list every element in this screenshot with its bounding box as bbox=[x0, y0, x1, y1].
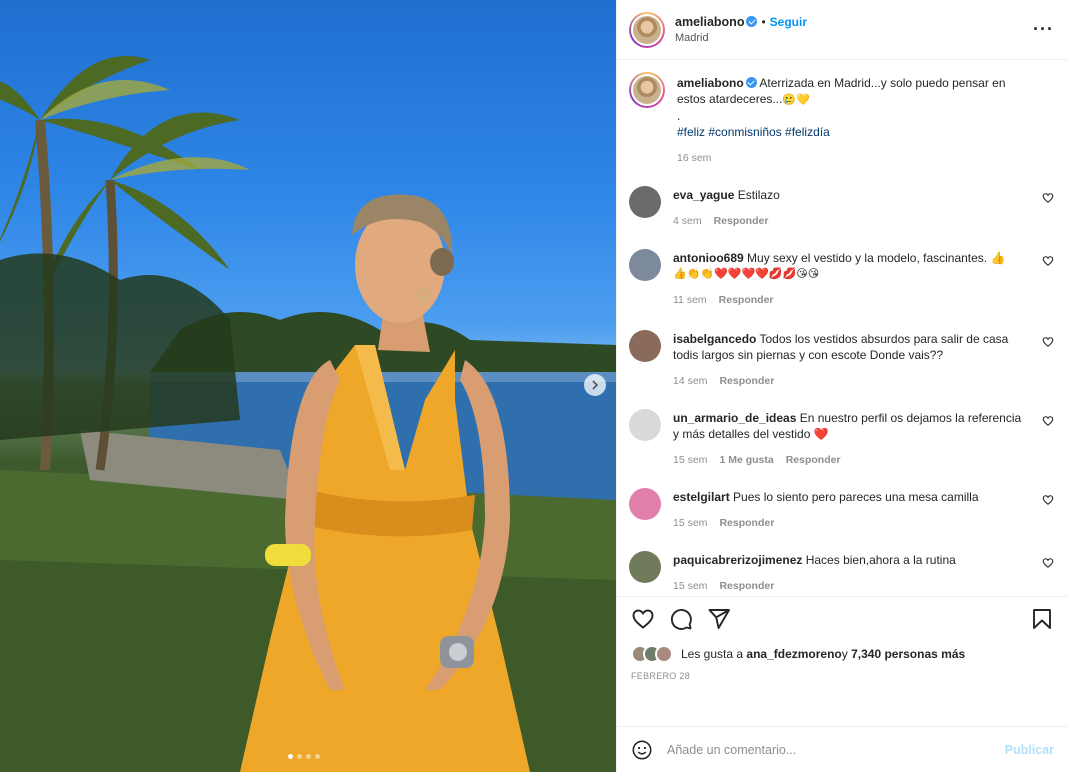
comment-time[interactable]: 11 sem bbox=[673, 294, 707, 306]
verified-badge-icon bbox=[746, 16, 758, 27]
likes-connector: y bbox=[841, 647, 848, 661]
comment-row: estelgilart Pues lo siento pero pareces … bbox=[629, 486, 1054, 529]
comment-username[interactable]: estelgilart bbox=[673, 490, 730, 504]
caption-emojis: 🥲💛 bbox=[782, 93, 810, 106]
comment-row: paquicabrerizojimenez Haces bien,ahora a… bbox=[629, 549, 1054, 592]
comment-time[interactable]: 15 sem bbox=[673, 517, 707, 529]
emoji-icon[interactable] bbox=[631, 739, 653, 761]
reply-button[interactable]: Responder bbox=[719, 375, 774, 387]
publish-button[interactable]: Publicar bbox=[1005, 743, 1054, 757]
caption: ameliabono Aterrizada en Madrid...y solo… bbox=[629, 72, 1054, 164]
comment-row: isabelgancedo Todos los vestidos absurdo… bbox=[629, 328, 1054, 387]
comment-text: Pues lo siento pero pareces una mesa cam… bbox=[733, 490, 979, 504]
slide-dot bbox=[288, 754, 293, 759]
comment-text-line2: 👍👏👏❤️❤️❤️❤️💋💋😘😘 bbox=[673, 267, 820, 280]
comment-username[interactable]: un_armario_de_ideas bbox=[673, 411, 796, 425]
comment-text: Muy sexy el vestido y la modelo, fascina… bbox=[747, 251, 1006, 265]
comment-time[interactable]: 4 sem bbox=[673, 215, 702, 227]
post-photo[interactable] bbox=[0, 0, 616, 772]
photo-scene bbox=[0, 56, 616, 772]
caption-line2: . bbox=[677, 109, 681, 123]
comment-icon[interactable] bbox=[669, 607, 693, 631]
heart-icon[interactable] bbox=[631, 607, 655, 631]
slide-indicator bbox=[288, 754, 320, 759]
follow-button[interactable]: Seguir bbox=[770, 15, 807, 29]
reply-button[interactable]: Responder bbox=[719, 294, 774, 306]
reply-button[interactable]: Responder bbox=[786, 454, 841, 466]
comment-like-heart-icon[interactable] bbox=[1042, 557, 1054, 569]
next-slide-button[interactable] bbox=[584, 374, 606, 396]
slide-dot bbox=[297, 754, 302, 759]
comment-like-heart-icon[interactable] bbox=[1042, 255, 1054, 267]
post-date[interactable]: FEBRERO 28 bbox=[631, 671, 1054, 681]
comment-text: Estilazo bbox=[737, 188, 780, 202]
caption-username[interactable]: ameliabono bbox=[677, 76, 744, 90]
commenter-avatar[interactable] bbox=[629, 330, 661, 362]
liker-avatars[interactable] bbox=[631, 645, 673, 663]
caption-time[interactable]: 16 sem bbox=[677, 152, 711, 164]
comment-likes[interactable]: 1 Me gusta bbox=[719, 454, 773, 466]
comment-username[interactable]: isabelgancedo bbox=[673, 332, 756, 346]
likes-summary: Les gusta a ana_fdezmoreno y 7,340 perso… bbox=[631, 645, 1054, 663]
comment-username[interactable]: eva_yague bbox=[673, 188, 734, 202]
more-icon[interactable]: ··· bbox=[1033, 19, 1054, 40]
comment-input[interactable] bbox=[667, 742, 1005, 757]
commenter-avatar[interactable] bbox=[629, 186, 661, 218]
comment-like-heart-icon[interactable] bbox=[1042, 415, 1054, 427]
reply-button[interactable]: Responder bbox=[719, 517, 774, 529]
likes-user[interactable]: ana_fdezmoreno bbox=[746, 647, 841, 661]
comments-list[interactable]: ameliabono Aterrizada en Madrid...y solo… bbox=[617, 60, 1068, 596]
instagram-post: ameliabono • Seguir Madrid ··· ameliabono … bbox=[0, 0, 1068, 772]
post-side-panel: ameliabono • Seguir Madrid ··· ameliabono … bbox=[616, 0, 1068, 772]
comment-row: un_armario_de_ideas En nuestro perfil os… bbox=[629, 407, 1054, 466]
comment-username[interactable]: antonioo689 bbox=[673, 251, 744, 265]
commenter-avatar[interactable] bbox=[629, 409, 661, 441]
slide-dot bbox=[306, 754, 311, 759]
separator-dot: • bbox=[761, 15, 766, 29]
comment-time[interactable]: 14 sem bbox=[673, 375, 707, 387]
chevron-right-icon bbox=[592, 380, 599, 390]
likes-prefix: Les gusta a bbox=[681, 647, 744, 661]
comment-time[interactable]: 15 sem bbox=[673, 454, 707, 466]
reply-button[interactable]: Responder bbox=[714, 215, 769, 227]
author-avatar[interactable] bbox=[629, 11, 665, 48]
commenter-avatar[interactable] bbox=[629, 551, 661, 583]
commenter-avatar[interactable] bbox=[629, 488, 661, 520]
verified-badge-icon bbox=[745, 77, 757, 88]
comment-row: eva_yague Estilazo 4 sem Responder bbox=[629, 184, 1054, 227]
comment-like-heart-icon[interactable] bbox=[1042, 336, 1054, 348]
add-comment-bar: Publicar bbox=[617, 726, 1068, 772]
reply-button[interactable]: Responder bbox=[719, 580, 774, 592]
comment-like-heart-icon[interactable] bbox=[1042, 494, 1054, 506]
post-actions: Les gusta a ana_fdezmoreno y 7,340 perso… bbox=[617, 596, 1068, 726]
commenter-avatar[interactable] bbox=[629, 249, 661, 281]
author-username[interactable]: ameliabono bbox=[675, 15, 744, 29]
comment-text: Haces bien,ahora a la rutina bbox=[805, 553, 956, 567]
caption-hashtags[interactable]: #feliz #conmisniños #felizdía bbox=[677, 124, 1024, 140]
comment-username[interactable]: paquicabrerizojimenez bbox=[673, 553, 802, 567]
share-icon[interactable] bbox=[707, 607, 731, 631]
likes-others[interactable]: 7,340 personas más bbox=[851, 647, 965, 661]
comment-row: antonioo689 Muy sexy el vestido y la mod… bbox=[629, 247, 1054, 306]
slide-dot bbox=[315, 754, 320, 759]
post-header: ameliabono • Seguir Madrid ··· bbox=[617, 0, 1068, 60]
comment-time[interactable]: 15 sem bbox=[673, 580, 707, 592]
bookmark-icon[interactable] bbox=[1030, 607, 1054, 631]
comment-like-heart-icon[interactable] bbox=[1042, 192, 1054, 204]
caption-avatar[interactable] bbox=[629, 72, 665, 108]
post-location[interactable]: Madrid bbox=[675, 32, 1033, 44]
